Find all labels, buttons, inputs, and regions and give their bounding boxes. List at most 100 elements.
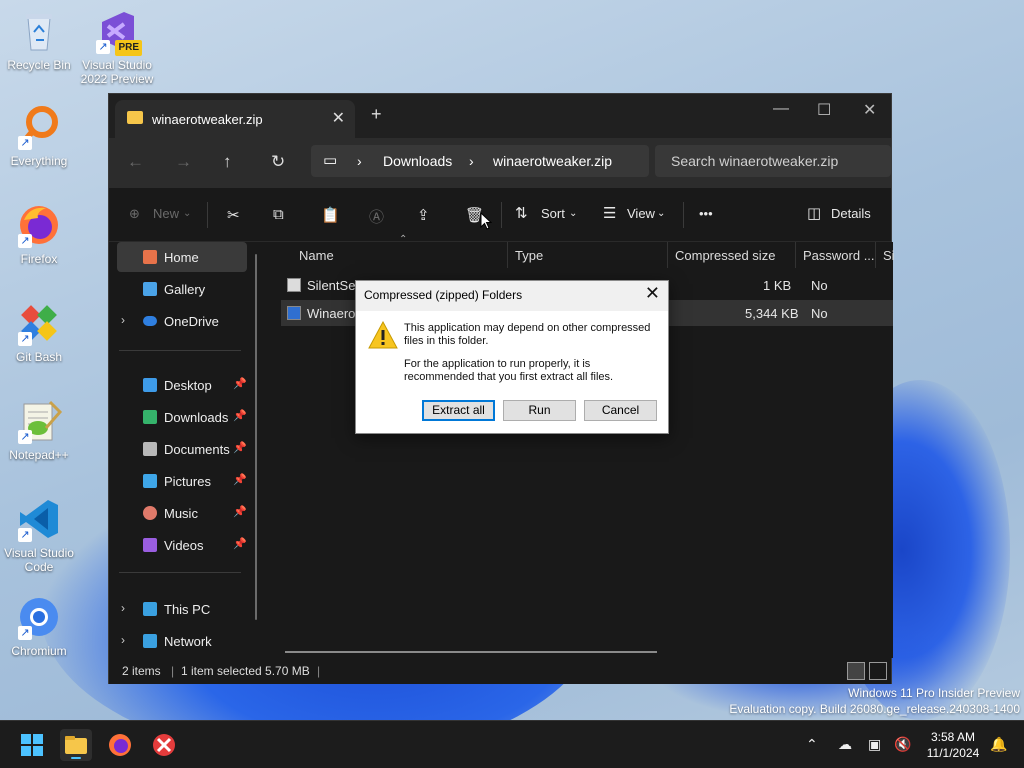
onedrive-tray-icon[interactable]: ☁ [838, 736, 852, 753]
paste-icon[interactable]: 📋 [321, 206, 340, 224]
clock[interactable]: 3:58 AM 11/1/2024 [918, 729, 988, 761]
up-arrow-icon[interactable]: ↑ [223, 152, 232, 172]
run-button[interactable]: Run [503, 400, 576, 421]
pin-icon[interactable]: 📌 [233, 505, 247, 518]
network-tray-icon[interactable]: ▣ [868, 736, 881, 753]
new-button[interactable]: New [153, 206, 179, 221]
sort-icon: ⇅ [515, 205, 528, 222]
rename-icon[interactable]: Ⓐ [369, 206, 384, 227]
pin-icon[interactable]: 📌 [233, 441, 247, 454]
column-size[interactable]: Si [883, 248, 895, 263]
cut-icon[interactable]: ✂ [227, 206, 240, 224]
sidebar-item-gallery[interactable]: Gallery [117, 274, 247, 304]
tiles-view-icon[interactable] [869, 662, 887, 680]
cmd-file-icon [287, 278, 301, 292]
sidebar-item-onedrive[interactable]: › OneDrive [117, 306, 247, 336]
chevron-right-icon[interactable]: › [121, 601, 125, 615]
desktop-icon-recycle-bin[interactable]: Recycle Bin [1, 8, 77, 72]
sidebar-item-pictures[interactable]: Pictures 📌 [117, 466, 247, 496]
sidebar-item-videos[interactable]: Videos 📌 [117, 530, 247, 560]
dialog-close-icon[interactable]: ✕ [645, 283, 660, 304]
more-options-button[interactable]: ••• [699, 206, 713, 221]
desktop-icon-visual-studio-preview[interactable]: PRE ↗ Visual Studio 2022 Preview [79, 8, 155, 86]
sidebar-item-network[interactable]: › Network [117, 626, 247, 656]
warning-icon [368, 321, 398, 349]
sidebar-item-this-pc[interactable]: › This PC [117, 594, 247, 624]
pin-icon[interactable]: 📌 [233, 473, 247, 486]
start-icon[interactable] [16, 729, 48, 761]
git-bash-icon: ↗ [16, 300, 62, 346]
show-hidden-icons-chevron[interactable]: ⌃ [806, 736, 818, 753]
sidebar-item-desktop[interactable]: Desktop 📌 [117, 370, 247, 400]
column-type[interactable]: Type [515, 248, 543, 263]
close-window-button[interactable]: ✕ [863, 100, 876, 120]
compressed-folders-dialog: Compressed (zipped) Folders ✕ This appli… [355, 280, 669, 434]
share-icon[interactable]: ⇪ [417, 206, 430, 224]
back-arrow-icon[interactable]: ← [127, 152, 144, 172]
desktop-icon-vscode[interactable]: ↗ Visual Studio Code [1, 496, 77, 574]
vscode-icon: ↗ [16, 496, 62, 542]
chevron-down-icon: ⌄ [183, 208, 192, 219]
chevron-right-icon: › [469, 153, 474, 169]
title-bar: winaerotweaker.zip ✕ + — ☐ ✕ [109, 94, 891, 138]
column-password[interactable]: Password ... [803, 248, 875, 263]
breadcrumb-downloads[interactable]: Downloads [383, 153, 452, 169]
sidebar-item-documents[interactable]: Documents 📌 [117, 434, 247, 464]
selection-info: 1 item selected 5.70 MB [181, 664, 310, 678]
sidebar-scrollbar[interactable] [255, 254, 257, 620]
minimize-button[interactable]: — [773, 100, 789, 118]
tab-winaerotweaker[interactable]: winaerotweaker.zip ✕ [115, 100, 355, 138]
desktop-icon-firefox[interactable]: ↗ Firefox [1, 202, 77, 266]
address-bar[interactable]: ▭ › Downloads › winaerotweaker.zip [311, 145, 649, 177]
desktop-icon-everything[interactable]: ↗ Everything [1, 104, 77, 168]
column-name[interactable]: Name [299, 248, 334, 263]
copy-icon[interactable]: ⧉ [273, 206, 284, 223]
gallery-icon [143, 282, 157, 296]
file-explorer-icon[interactable] [60, 729, 92, 761]
maximize-button[interactable]: ☐ [817, 100, 831, 120]
shortcut-arrow-icon: ↗ [18, 626, 32, 640]
cancel-button[interactable]: Cancel [584, 400, 657, 421]
details-button[interactable]: Details [831, 206, 871, 221]
forward-arrow-icon[interactable]: → [175, 152, 192, 172]
this-pc-icon [143, 602, 157, 616]
details-pane-icon: ◫ [807, 205, 822, 222]
dialog-recommendation: For the application to run properly, it … [404, 358, 614, 383]
desktop-icon-git-bash[interactable]: ↗ Git Bash [1, 300, 77, 364]
volume-muted-icon[interactable]: 🔇 [894, 736, 911, 753]
dialog-body: This application may depend on other com… [356, 311, 668, 433]
horizontal-scrollbar[interactable] [285, 651, 657, 653]
sidebar-item-downloads[interactable]: Downloads 📌 [117, 402, 247, 432]
search-box[interactable]: Search winaerotweaker.zip [655, 145, 891, 177]
column-divider [795, 242, 796, 268]
breadcrumb-zip[interactable]: winaerotweaker.zip [493, 153, 612, 169]
column-compressed-size[interactable]: Compressed size [675, 248, 775, 263]
firefox-icon[interactable] [104, 729, 136, 761]
pinned-app-icon[interactable] [148, 729, 180, 761]
extract-all-button[interactable]: Extract all [422, 400, 495, 421]
firefox-icon: ↗ [16, 202, 62, 248]
shortcut-arrow-icon: ↗ [18, 528, 32, 542]
item-count: 2 items [122, 664, 161, 678]
sort-button[interactable]: Sort [541, 206, 565, 221]
notification-bell-icon[interactable]: 🔔 [990, 736, 1007, 753]
onedrive-icon [143, 316, 157, 326]
view-lines-icon: ☰ [603, 205, 617, 222]
view-button[interactable]: View [627, 206, 655, 221]
chevron-right-icon[interactable]: › [121, 633, 125, 647]
taskbar: ⌃ ☁ ▣ 🔇 3:58 AM 11/1/2024 🔔 [0, 720, 1024, 768]
sidebar-item-home[interactable]: Home [117, 242, 247, 272]
details-view-icon[interactable] [847, 662, 865, 680]
pin-icon[interactable]: 📌 [233, 409, 247, 422]
desktop-icon-notepad-plus-plus[interactable]: ↗ Notepad++ [1, 398, 77, 462]
refresh-icon[interactable]: ↻ [271, 152, 285, 172]
chevron-down-icon: ⌄ [657, 208, 666, 219]
sidebar-item-music[interactable]: Music 📌 [117, 498, 247, 528]
mouse-cursor-icon [480, 212, 492, 230]
pin-icon[interactable]: 📌 [233, 537, 247, 550]
tab-close-icon[interactable]: ✕ [332, 108, 345, 128]
pin-icon[interactable]: 📌 [233, 377, 247, 390]
new-tab-button[interactable]: + [371, 104, 382, 125]
desktop-icon-chromium[interactable]: ↗ Chromium [1, 594, 77, 658]
chevron-right-icon[interactable]: › [121, 313, 125, 327]
